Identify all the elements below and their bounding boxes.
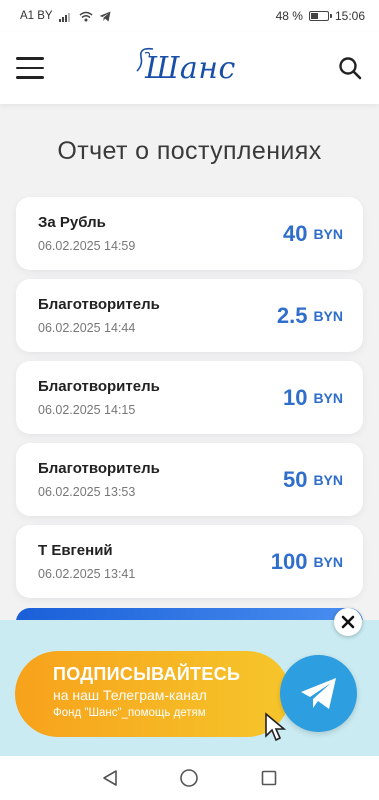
clock: 15:06	[334, 9, 365, 23]
page-title: Отчет о поступлениях	[57, 137, 322, 165]
telegram-plane-icon	[300, 677, 336, 709]
amount-value: 2.5	[276, 302, 308, 328]
amount-value: 100	[270, 548, 308, 574]
carrier-label: A1 BY	[20, 10, 53, 22]
donation-amount: 40 BYN	[283, 197, 343, 270]
amount-currency: BYN	[313, 389, 343, 406]
back-triangle-icon[interactable]	[98, 766, 122, 790]
donation-list: За Рубль 06.02.2025 14:59 40 BYN Благотв…	[16, 197, 363, 607]
amount-currency: BYN	[313, 471, 343, 488]
search-icon[interactable]	[337, 55, 363, 81]
close-icon[interactable]	[334, 608, 362, 636]
amount-value: 10	[282, 384, 308, 410]
recents-square-icon[interactable]	[257, 766, 281, 790]
status-bar: A1 BY 48 % 15:06	[0, 0, 379, 32]
telegram-icon[interactable]	[280, 655, 357, 732]
amount-currency: BYN	[313, 225, 343, 242]
donation-card[interactable]: Благотворитель 06.02.2025 14:44 2.5 BYN	[16, 279, 363, 352]
banner-headline: ПОДПИСЫВАЙТЕСЬ	[53, 664, 241, 684]
battery-icon	[308, 11, 332, 21]
amount-value: 40	[282, 220, 308, 246]
donation-amount: 2.5 BYN	[277, 279, 343, 352]
hamburger-menu-icon[interactable]	[16, 57, 44, 79]
donation-amount: 50 BYN	[283, 443, 343, 516]
donation-card[interactable]: Т Евгений 06.02.2025 13:41 100 BYN	[16, 525, 363, 598]
logo[interactable]: Шанс	[136, 47, 236, 86]
status-right: 48 % 15:06	[276, 9, 365, 23]
telegram-status-icon	[99, 11, 111, 21]
amount-currency: BYN	[313, 553, 343, 570]
donation-card[interactable]: Благотворитель 06.02.2025 13:53 50 BYN	[16, 443, 363, 516]
wifi-icon	[79, 11, 93, 21]
cursor-icon	[265, 712, 287, 742]
donation-amount: 10 BYN	[283, 361, 343, 434]
battery-fill	[310, 13, 319, 19]
battery-percent: 48 %	[275, 9, 303, 23]
banner-channel-name: Фонд "Шанс"_помощь детям	[53, 707, 206, 719]
banner-subscribe-pill[interactable]: ПОДПИСЫВАЙТЕСЬ на наш Телеграм-канал Фон…	[15, 651, 290, 737]
logo-swirl-icon	[136, 47, 154, 72]
donation-card[interactable]: Благотворитель 06.02.2025 14:15 10 BYN	[16, 361, 363, 434]
app-header: Шанс	[0, 32, 379, 104]
status-left: A1 BY	[20, 10, 111, 22]
home-circle-icon[interactable]	[177, 766, 201, 790]
banner-subline: на наш Телеграм-канал	[53, 687, 207, 703]
amount-currency: BYN	[313, 307, 343, 324]
system-nav-bar	[0, 756, 379, 800]
amount-value: 50	[282, 466, 308, 492]
logo-text: Шанс	[145, 50, 236, 86]
donation-card[interactable]: За Рубль 06.02.2025 14:59 40 BYN	[16, 197, 363, 270]
donation-amount: 100 BYN	[271, 525, 343, 598]
signal-icon	[58, 12, 70, 22]
